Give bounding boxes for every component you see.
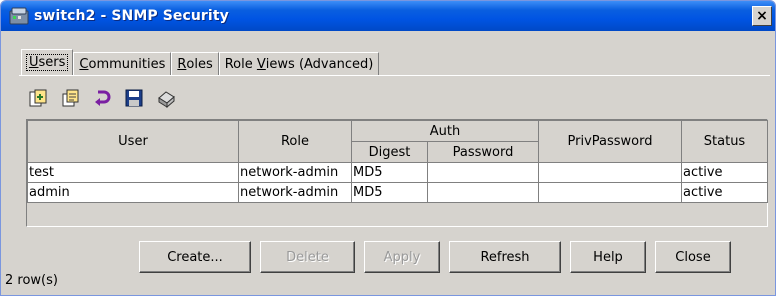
create-row-icon[interactable] [27, 87, 49, 109]
users-table-container: User Role Auth PrivPassword Status Diges… [26, 119, 768, 227]
close-window-button[interactable]: × [752, 6, 772, 26]
tab-roles[interactable]: Roles [171, 52, 219, 75]
row-count-status: 2 row(s) [5, 273, 58, 288]
column-header-privpassword[interactable]: PrivPassword [538, 120, 682, 163]
save-icon[interactable] [123, 87, 145, 109]
tab-panel-border [19, 75, 770, 76]
cell-status[interactable]: active [681, 182, 768, 203]
app-icon [9, 6, 29, 26]
tab-role-views-advanced[interactable]: Role Views (Advanced) [218, 52, 380, 75]
delete-button[interactable]: Delete [260, 241, 355, 273]
column-header-status[interactable]: Status [681, 120, 768, 163]
cell-digest[interactable]: MD5 [351, 162, 428, 183]
duplicate-row-icon[interactable] [59, 87, 81, 109]
users-table: User Role Auth PrivPassword Status Diges… [27, 120, 768, 203]
toolbar [27, 85, 177, 111]
cell-digest[interactable]: MD5 [351, 182, 428, 203]
help-button[interactable]: Help [570, 241, 646, 273]
cell-password[interactable] [427, 162, 539, 183]
print-icon[interactable] [155, 87, 177, 109]
table-row[interactable]: test network-admin MD5 active [27, 162, 768, 183]
undo-icon[interactable] [91, 87, 113, 109]
cell-status[interactable]: active [681, 162, 768, 183]
window-title: switch2 - SNMP Security [34, 8, 229, 24]
table-row[interactable]: admin network-admin MD5 active [27, 182, 768, 203]
cell-password[interactable] [427, 182, 539, 203]
snmp-security-window: switch2 - SNMP Security × Users Communit… [0, 0, 776, 296]
cell-user[interactable]: test [27, 162, 239, 183]
tab-bar: Users Communities Roles Role Views (Adva… [21, 49, 380, 75]
create-button[interactable]: Create... [139, 241, 251, 273]
refresh-button[interactable]: Refresh [449, 241, 561, 273]
cell-privpassword[interactable] [538, 182, 682, 203]
title-bar[interactable]: switch2 - SNMP Security × [1, 1, 775, 31]
cell-role[interactable]: network-admin [238, 162, 352, 183]
cell-privpassword[interactable] [538, 162, 682, 183]
column-header-password[interactable]: Password [427, 141, 539, 163]
column-group-header-auth: Auth [351, 120, 539, 142]
column-header-digest[interactable]: Digest [351, 141, 428, 163]
cell-user[interactable]: admin [27, 182, 239, 203]
cell-role[interactable]: network-admin [238, 182, 352, 203]
column-header-user[interactable]: User [27, 120, 239, 163]
close-button[interactable]: Close [655, 241, 731, 273]
apply-button[interactable]: Apply [364, 241, 440, 273]
tab-communities[interactable]: Communities [73, 52, 172, 75]
action-buttons: Create... Delete Apply Refresh Help Clos… [139, 241, 731, 273]
column-header-role[interactable]: Role [238, 120, 352, 163]
tab-users[interactable]: Users [21, 49, 74, 75]
